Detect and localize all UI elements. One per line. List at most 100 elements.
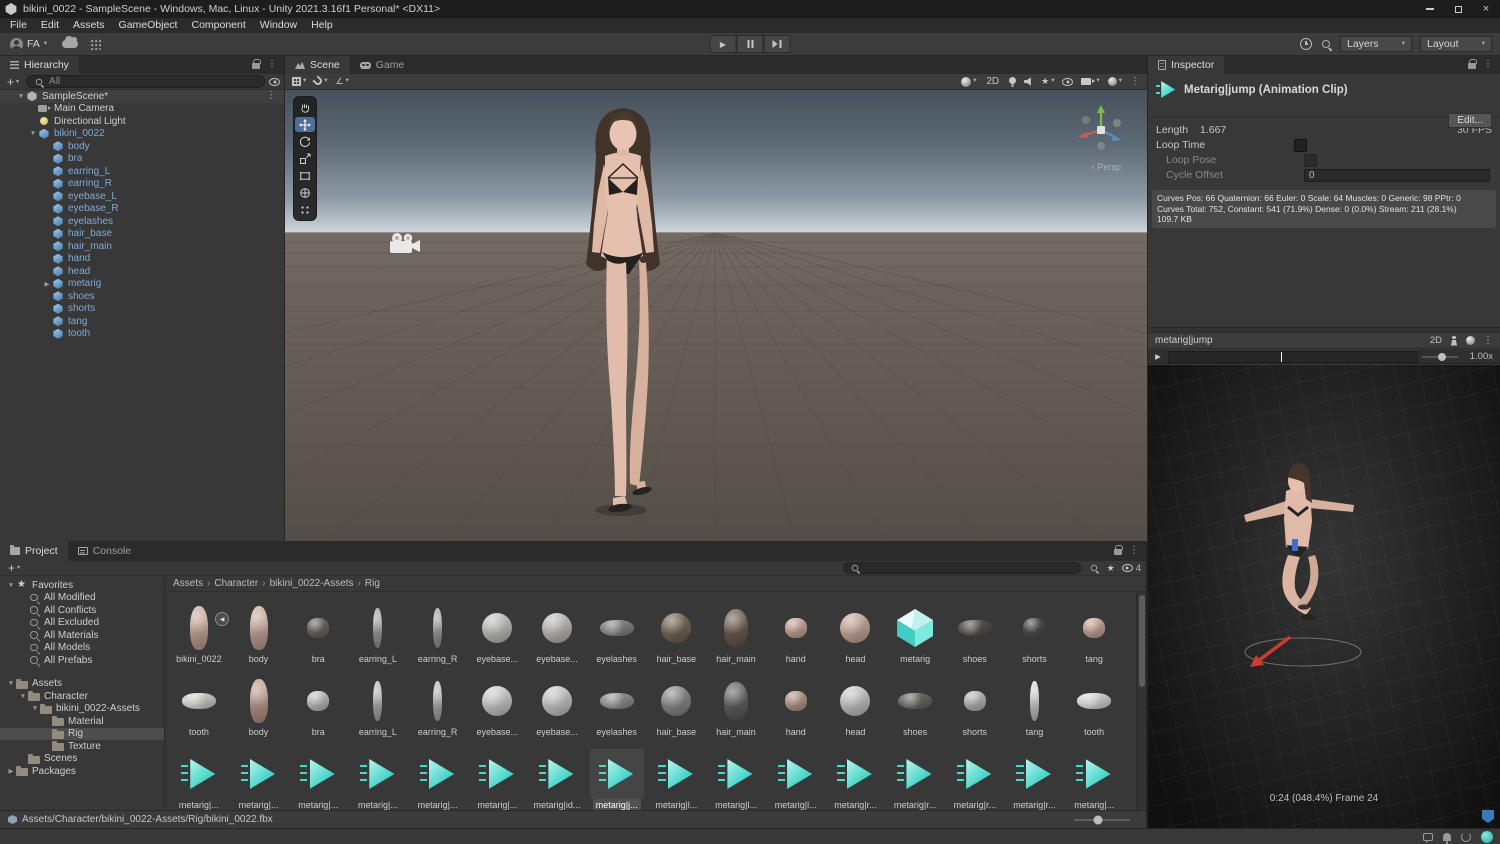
folder-item[interactable]: Material [0,715,164,728]
scene-audio-toggle[interactable] [1024,77,1033,86]
view-tool[interactable] [295,100,315,115]
hierarchy-item[interactable]: bra [0,153,284,166]
menu-item[interactable]: Edit [34,18,66,33]
tab-console[interactable]: Console [68,541,142,561]
asset-item[interactable]: metarig|... [169,738,229,810]
preview-gizmo-icon[interactable] [1466,336,1475,345]
notifications-icon[interactable] [1443,833,1451,841]
hierarchy-item[interactable]: ▶ metarig [0,278,284,291]
effects-dropdown[interactable]: ★▾ [1041,77,1054,86]
menu-item[interactable]: GameObject [112,18,185,33]
camera-gizmo-icon[interactable] [387,232,421,256]
thumbnail-zoom-slider[interactable] [1074,819,1130,821]
asset-item[interactable]: body [229,665,289,738]
asset-item[interactable]: shorts [945,665,1005,738]
asset-item[interactable]: metarig|r... [1005,738,1065,810]
menu-item[interactable]: Component [184,18,252,33]
expand-toggle[interactable]: ▼ [6,680,16,687]
menu-dots-icon[interactable]: ⋮ [1483,60,1493,70]
account-dropdown[interactable]: FA ▾ [6,38,51,51]
asset-item[interactable]: metarig|... [1064,738,1124,810]
lock-icon[interactable] [252,63,260,69]
expand-toggle[interactable]: ▼ [18,693,28,700]
scrollbar[interactable] [1136,592,1146,810]
background-activity-icon[interactable] [1461,832,1471,842]
search-icon[interactable] [1320,38,1332,50]
asset-item[interactable]: head [826,665,886,738]
asset-item[interactable]: hand [766,665,826,738]
preview-2d-toggle[interactable]: 2D [1430,335,1442,346]
asset-item[interactable]: bikini_0022 [169,592,229,665]
lock-icon[interactable] [1468,63,1476,69]
asset-item[interactable]: earring_R [408,665,468,738]
favorites-item[interactable]: All Modified [0,592,164,605]
step-button[interactable] [764,35,791,53]
folder-item[interactable]: ▼ bikini_0022-Assets [0,703,164,716]
hierarchy-item[interactable]: hair_base [0,228,284,241]
lock-icon[interactable] [1114,549,1122,555]
expand-toggle[interactable]: ▶ [6,767,16,775]
minimize-button[interactable] [1416,0,1444,18]
tab-hierarchy[interactable]: Hierarchy [0,56,79,74]
hidden-objects-toggle[interactable] [1062,78,1073,86]
transform-tool[interactable] [295,185,315,200]
favorites-item[interactable]: ▼ Favorites [0,579,164,592]
asset-item[interactable]: earring_L [348,665,408,738]
avatar-pivot-icon[interactable] [1450,336,1458,346]
asset-item[interactable]: head [826,592,886,665]
rotate-tool[interactable] [295,134,315,149]
scene-viewport[interactable]: ‹ Persp [285,90,1147,541]
asset-item[interactable]: earring_R [408,592,468,665]
asset-item[interactable]: body [229,592,289,665]
layers-dropdown[interactable]: Layers ▾ [1340,36,1412,52]
asset-item[interactable]: bra [288,592,348,665]
expand-toggle[interactable]: ▼ [6,582,16,589]
asset-item[interactable]: metarig|l... [647,738,707,810]
asset-item[interactable]: metarig|l... [706,738,766,810]
collapse-subassets-button[interactable]: ◀ [215,612,229,626]
preview-speed-slider[interactable] [1418,350,1462,363]
asset-item[interactable]: bra [288,665,348,738]
breadcrumb-item[interactable]: Character [214,578,258,589]
gizmos-dropdown[interactable]: ▾ [1108,77,1122,86]
asset-item[interactable]: metarig|... [288,738,348,810]
hierarchy-item[interactable]: body [0,140,284,153]
folder-item[interactable]: Rig [0,728,164,741]
scene-visibility-icon[interactable] [269,78,280,86]
asset-item[interactable]: metarig|... [467,738,527,810]
asset-item[interactable]: tooth [1064,665,1124,738]
asset-item[interactable]: shoes [945,592,1005,665]
asset-item[interactable]: eyebase... [467,592,527,665]
asset-item[interactable]: eyelashes [587,592,647,665]
hierarchy-item[interactable]: eyebase_L [0,190,284,203]
asset-item[interactable]: metarig|... [348,738,408,810]
pause-button[interactable] [737,35,764,53]
asset-item[interactable]: eyebase... [527,665,587,738]
maximize-button[interactable] [1444,0,1472,18]
asset-item[interactable]: metarig|... [408,738,468,810]
asset-item[interactable]: hair_base [647,592,707,665]
draw-mode-dropdown[interactable]: ▾ [961,77,976,87]
hierarchy-item[interactable]: ▼ bikini_0022 [0,128,284,141]
asset-item[interactable]: hair_main [706,592,766,665]
expand-toggle[interactable]: ▼ [30,705,40,712]
edit-button[interactable]: Edit... [1448,113,1492,128]
folder-item[interactable]: ▶ Packages [0,765,164,778]
animation-preview[interactable]: 0:24 (048.4%) Frame 24 [1148,365,1500,828]
asset-item[interactable]: shorts [1005,592,1065,665]
tab-inspector[interactable]: Inspector [1148,56,1224,74]
hierarchy-item[interactable]: head [0,265,284,278]
move-tool[interactable] [295,117,315,132]
asset-label-icon[interactable] [1482,810,1494,823]
camera-settings-dropdown[interactable]: ▾ [1081,78,1099,85]
expand-toggle[interactable]: ▼ [28,130,38,137]
cloud-icon[interactable] [62,40,78,48]
breadcrumb-item[interactable]: bikini_0022-Assets [270,578,354,589]
asset-item[interactable]: metarig|r... [885,738,945,810]
character-model[interactable] [553,102,693,527]
custom-tool[interactable] [295,202,315,217]
expand-toggle[interactable]: ▶ [42,280,52,288]
asset-item[interactable]: metarig [885,592,945,665]
hierarchy-item[interactable]: tang [0,315,284,328]
asset-item[interactable]: tang [1064,592,1124,665]
